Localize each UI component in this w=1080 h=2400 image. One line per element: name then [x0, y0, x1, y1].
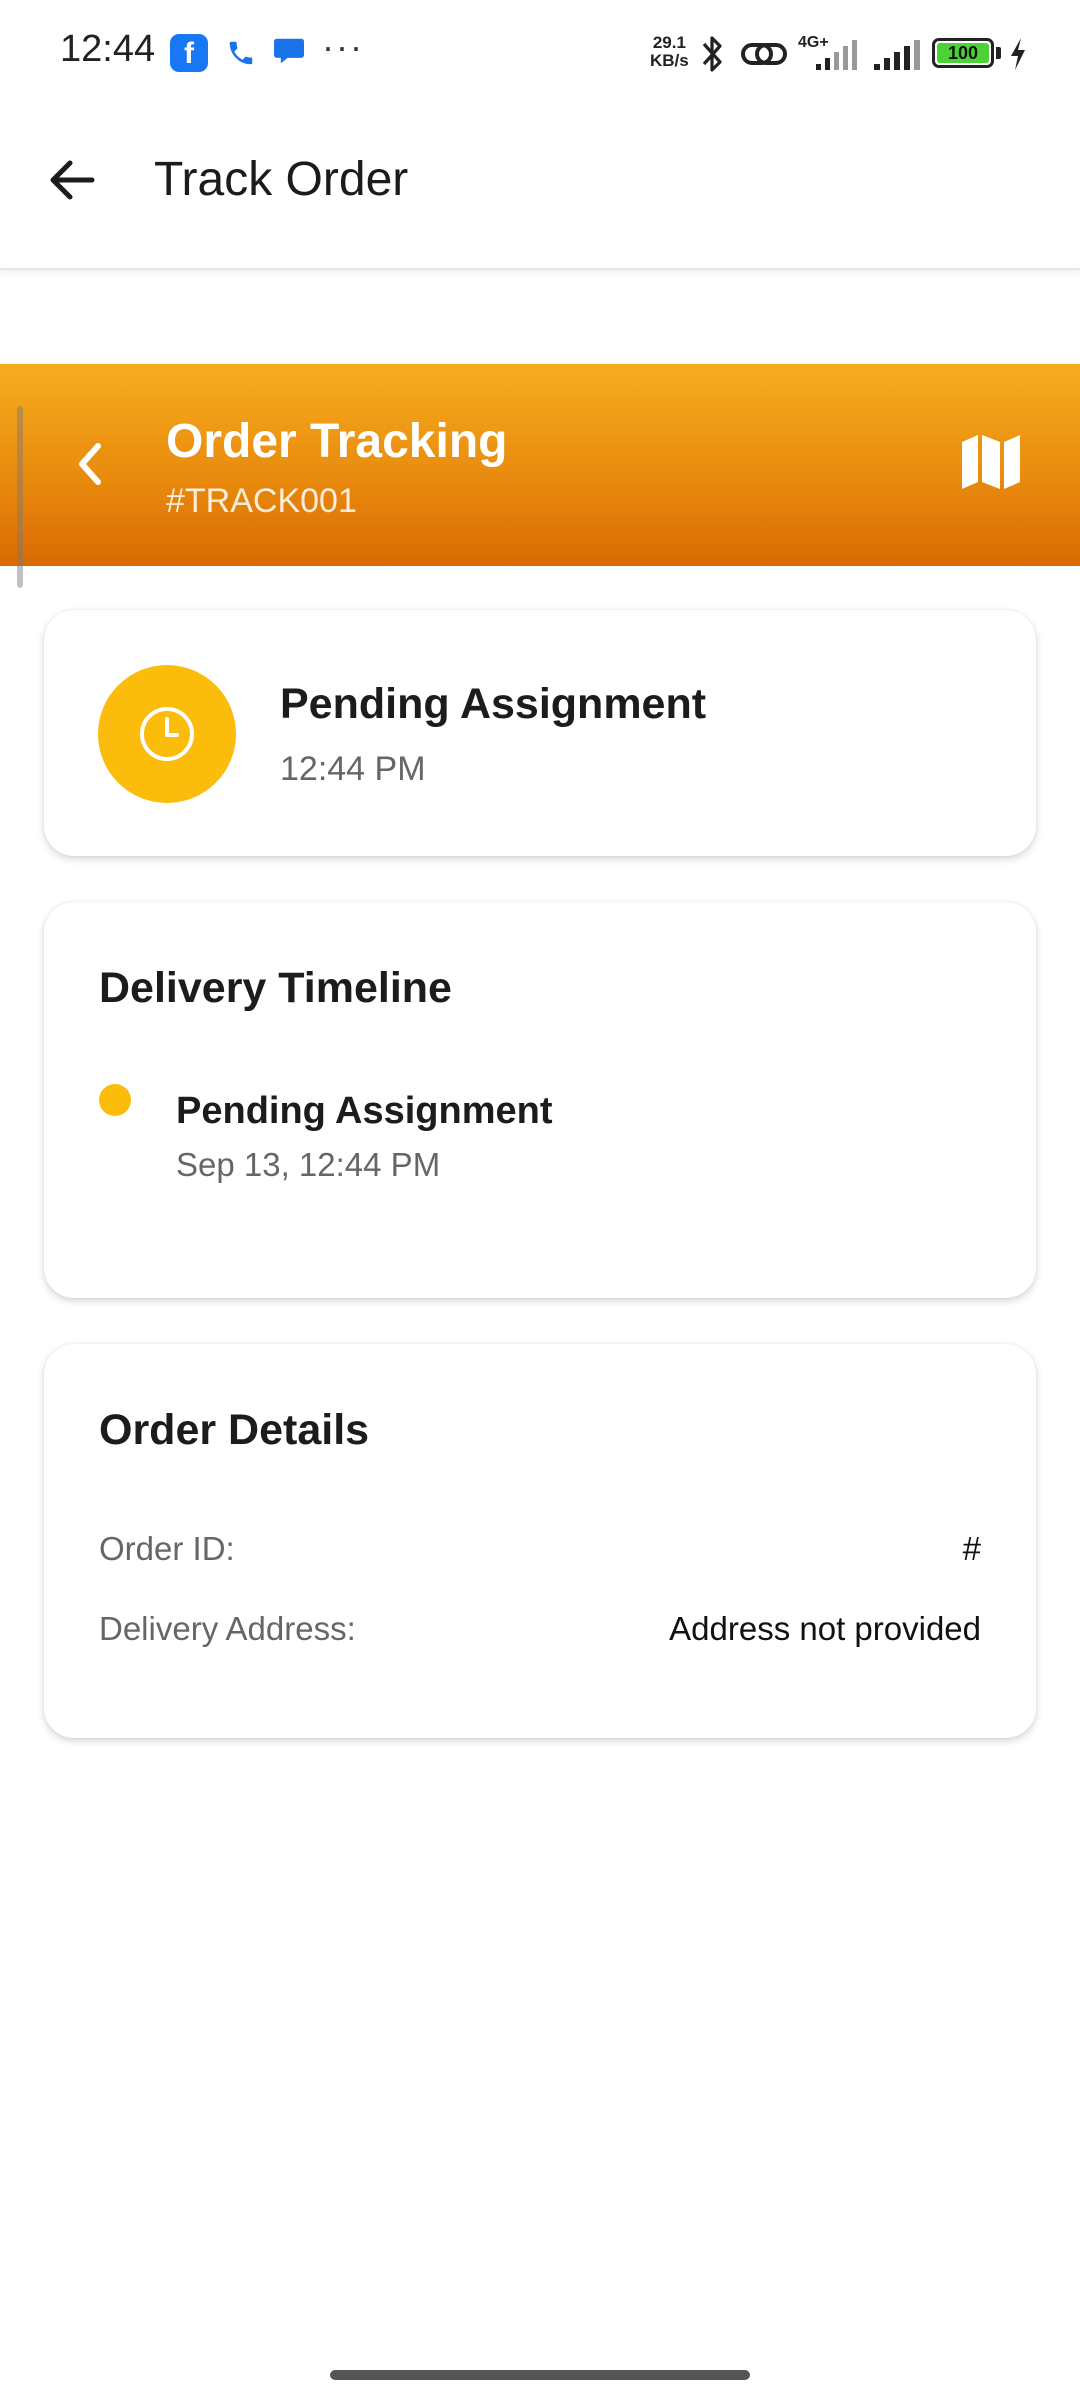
- network-speed-value: 29.1: [652, 33, 686, 52]
- delivery-timeline-card: Delivery Timeline Pending Assignment Sep…: [44, 902, 1036, 1298]
- network-speed: 29.1 KB/s: [650, 34, 689, 70]
- signal-icon: [816, 40, 857, 70]
- status-bar: 12:44 f ··· 29.1 KB/s 4G+ 100: [0, 0, 1080, 100]
- order-id-label: Order ID:: [99, 1530, 235, 1567]
- page-title: Track Order: [154, 153, 409, 206]
- status-badge: [98, 665, 236, 803]
- map-icon[interactable]: [960, 432, 1022, 492]
- battery-tip: [996, 47, 1001, 59]
- battery-icon: 100: [932, 38, 994, 68]
- delivery-address-label: Delivery Address:: [99, 1610, 356, 1647]
- screen: 12:44 f ··· 29.1 KB/s 4G+ 100 Track Orde…: [0, 0, 1080, 2400]
- status-card: Pending Assignment 12:44 PM: [44, 610, 1036, 856]
- status-time-label: 12:44 PM: [280, 750, 426, 788]
- timeline-dot: [99, 1084, 131, 1116]
- home-indicator[interactable]: [330, 2370, 750, 2380]
- signal-icon: [874, 40, 920, 70]
- order-tracking-title: Order Tracking: [166, 415, 508, 468]
- timeline-item-time: Sep 13, 12:44 PM: [176, 1146, 441, 1183]
- clock-icon: [140, 707, 194, 761]
- phone-icon: [229, 41, 253, 65]
- bluetooth-icon: [702, 36, 722, 72]
- arrow-left-icon[interactable]: [44, 152, 100, 208]
- timeline-item-title: Pending Assignment: [176, 1090, 553, 1132]
- order-details-card: Order Details Order ID: # Delivery Addre…: [44, 1344, 1036, 1738]
- section-title: Order Details: [99, 1406, 370, 1454]
- status-time: 12:44: [60, 28, 156, 70]
- order-id-value: #: [962, 1530, 981, 1567]
- chevron-left-icon[interactable]: [66, 436, 114, 492]
- tracking-id: #TRACK001: [166, 482, 357, 520]
- delivery-address-value: Address not provided: [669, 1610, 981, 1647]
- more-notifications-icon: ···: [322, 26, 364, 67]
- charging-icon: [1011, 38, 1025, 70]
- facebook-icon: f: [170, 34, 208, 72]
- message-icon: [274, 38, 304, 64]
- app-bar: Track Order: [0, 100, 1080, 270]
- scrollbar[interactable]: [17, 406, 23, 588]
- battery-level: 100: [937, 43, 989, 63]
- section-title: Delivery Timeline: [99, 964, 452, 1012]
- link-icon: [741, 43, 787, 65]
- order-tracking-header: [0, 364, 1080, 566]
- network-speed-unit: KB/s: [650, 51, 689, 70]
- status-title: Pending Assignment: [280, 680, 707, 728]
